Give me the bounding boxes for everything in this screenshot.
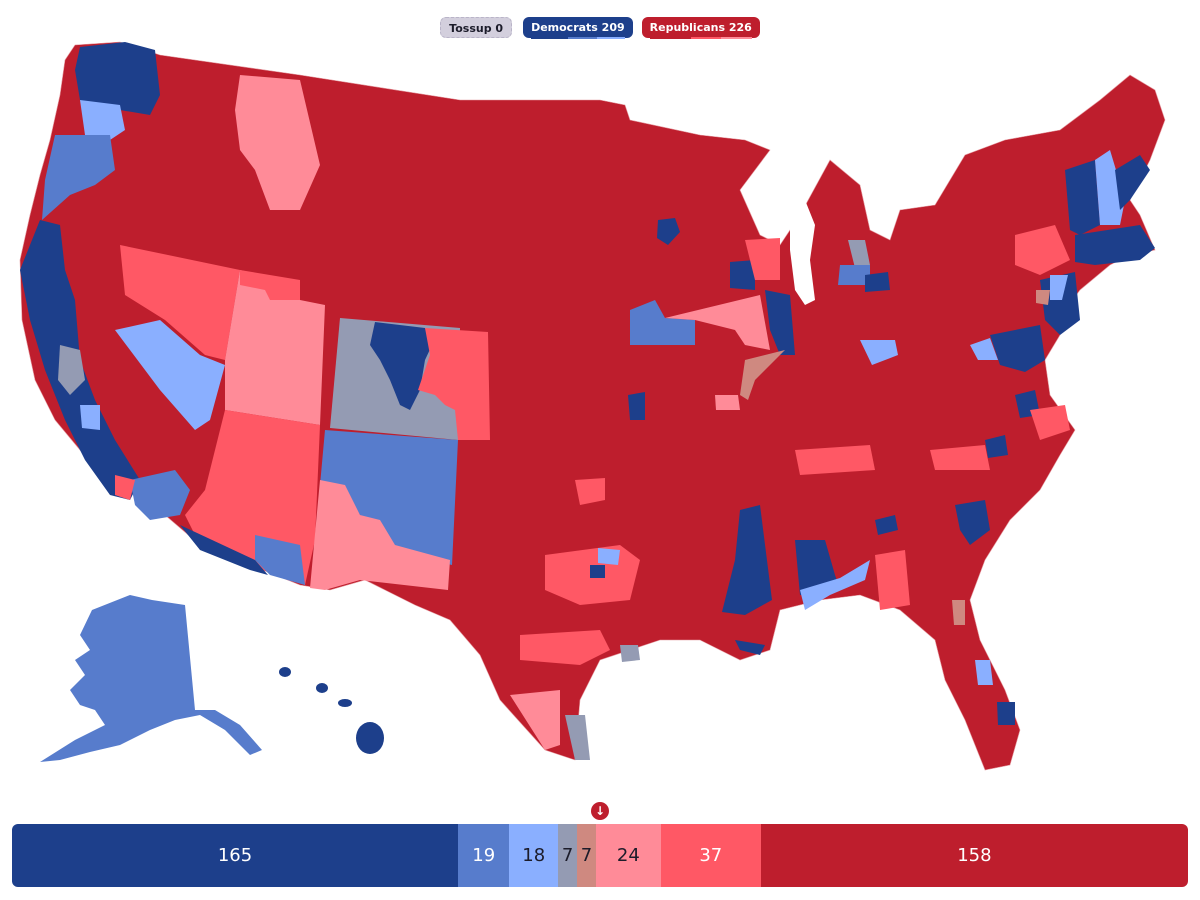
seat-segment-lean-democrat[interactable]: 18 — [509, 824, 559, 887]
seat-segment-label: 7 — [580, 845, 593, 866]
tossup-badge[interactable]: Tossup 0 — [440, 17, 513, 38]
map-region-washington-sw[interactable] — [80, 100, 125, 140]
map-region-tn-likely-rep[interactable] — [795, 445, 875, 475]
seat-segment-label: 19 — [472, 845, 496, 866]
map-region-st-louis[interactable] — [715, 395, 740, 410]
seat-segment-lean-republican[interactable]: 24 — [595, 824, 661, 887]
map-region-fl-lean[interactable] — [975, 660, 993, 685]
democrats-badge[interactable]: Democrats 209 — [523, 17, 633, 39]
democrats-badge-progress — [531, 37, 625, 39]
map-region-fl-dem[interactable] — [997, 702, 1015, 725]
seat-distribution-bar: 165 19 18 7 7 24 37 158 — [12, 824, 1188, 887]
map-region-houston[interactable] — [620, 645, 640, 662]
seat-segment-label: 7 — [561, 845, 574, 866]
party-summary-badges: Tossup 0 Democrats 209 Republicans 226 — [0, 17, 1200, 39]
seat-segment-safe-republican[interactable]: 158 — [760, 824, 1188, 887]
map-region-vermont[interactable] — [1065, 160, 1100, 235]
map-region-alaska[interactable] — [40, 595, 262, 762]
majority-marker: ↓ — [591, 802, 609, 820]
map-region-kansas-city[interactable] — [628, 392, 645, 420]
seat-segment-label: 37 — [699, 845, 723, 866]
seat-segment-safe-democrat[interactable]: 165 — [12, 824, 459, 887]
seat-segment-likely-republican[interactable]: 37 — [660, 824, 761, 887]
us-house-map[interactable] — [0, 40, 1200, 785]
seat-segment-tilt-republican[interactable]: 7 — [577, 824, 596, 887]
map-region-hawaii[interactable] — [279, 667, 384, 754]
republicans-badge[interactable]: Republicans 226 — [641, 17, 760, 39]
map-region-california-lean[interactable] — [80, 405, 100, 430]
map-region-detroit[interactable] — [865, 272, 890, 292]
map-region-fl-tilt[interactable] — [952, 600, 965, 625]
map-region-pa-tilt[interactable] — [1036, 290, 1050, 305]
seat-segment-tilt-democrat[interactable]: 7 — [558, 824, 577, 887]
republicans-badge-label: Republicans 226 — [649, 21, 752, 34]
seat-segment-label: 18 — [522, 845, 546, 866]
seat-segment-label: 165 — [217, 845, 253, 866]
republicans-badge-progress — [649, 37, 752, 39]
arrow-down-icon: ↓ — [594, 804, 606, 818]
map-region-south-texas-lean[interactable] — [510, 690, 560, 750]
democrats-badge-label: Democrats 209 — [531, 21, 625, 34]
map-region-georgia-likely[interactable] — [875, 550, 910, 610]
tossup-badge-label: Tossup 0 — [449, 22, 504, 35]
seat-segment-likely-democrat[interactable]: 19 — [458, 824, 510, 887]
seat-segment-label: 158 — [957, 845, 992, 866]
map-region-dallas-lean[interactable] — [598, 548, 620, 565]
seat-segment-label: 24 — [616, 845, 640, 866]
map-region-dallas-core[interactable] — [590, 565, 605, 578]
